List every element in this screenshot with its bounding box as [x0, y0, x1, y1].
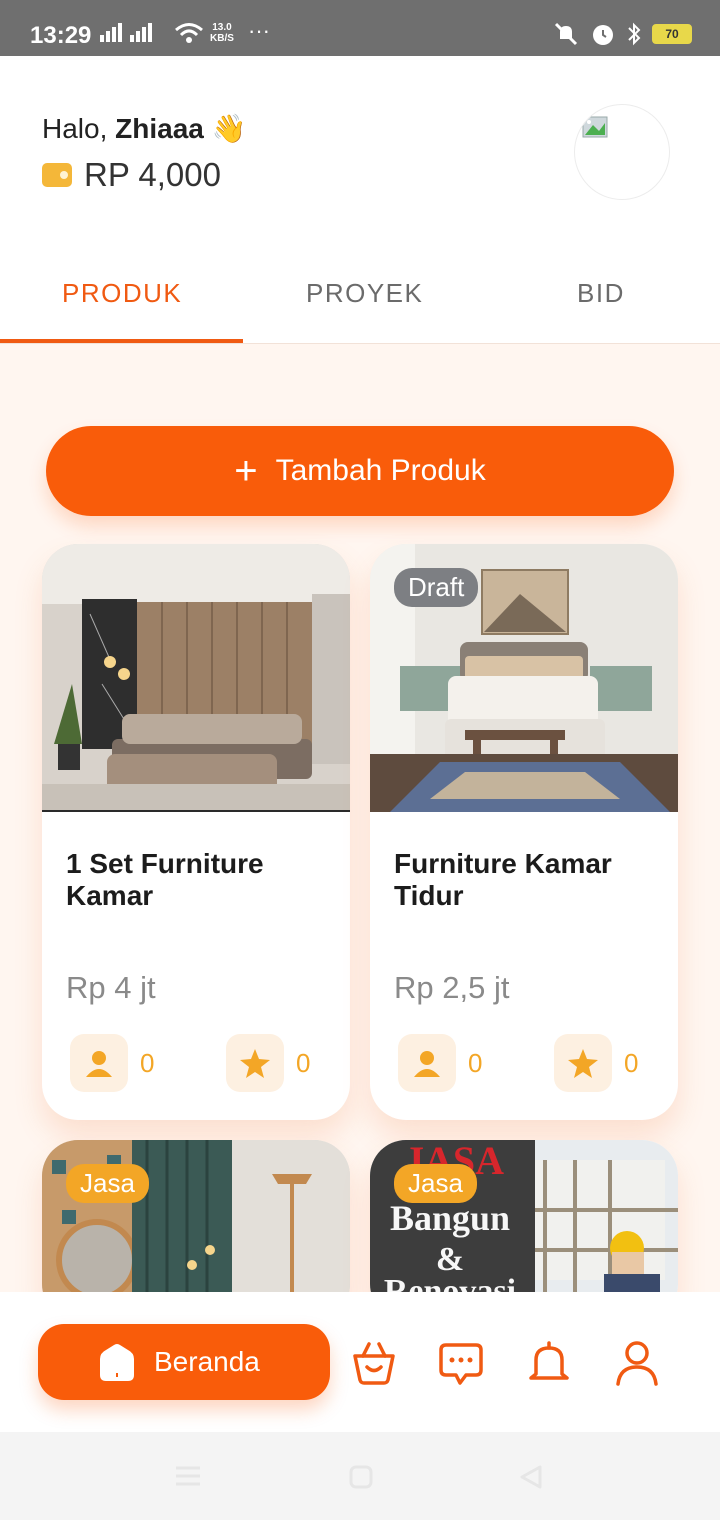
- user-count: 0: [140, 1047, 155, 1078]
- plus-icon: +: [234, 449, 258, 493]
- jasa-badge: Jasa: [394, 1164, 477, 1203]
- speed-unit: KB/S: [210, 33, 234, 44]
- profile-icon[interactable]: [614, 1340, 660, 1386]
- favorite-count: 0: [296, 1047, 311, 1078]
- speed-value: 13.0: [212, 22, 232, 33]
- system-navigation-bar: [0, 1432, 720, 1520]
- user-stat: 0: [398, 1034, 482, 1092]
- product-price: Rp 2,5 jt: [394, 970, 510, 1005]
- basket-icon[interactable]: [351, 1340, 397, 1386]
- network-speed: 13.0 KB/S: [210, 22, 234, 44]
- product-image: [42, 544, 350, 812]
- tab-indicator: [0, 339, 243, 343]
- wifi-icon: [175, 23, 203, 43]
- battery-icon: 70: [652, 24, 692, 44]
- product-title: Furniture Kamar Tidur: [394, 848, 612, 911]
- tab-proyek[interactable]: PROYEK: [306, 278, 423, 309]
- more-dots-icon: ···: [248, 18, 270, 43]
- jasa-badge: Jasa: [66, 1164, 149, 1203]
- nav-home-label: Beranda: [154, 1346, 260, 1377]
- product-card[interactable]: Draft Furniture Kamar Tidur Rp 2,5 jt 0 …: [370, 544, 678, 1120]
- tab-produk[interactable]: PRODUK: [62, 278, 182, 309]
- add-product-button[interactable]: + Tambah Produk: [46, 426, 674, 516]
- product-image: Draft: [370, 544, 678, 812]
- header: Halo, Zhiaaa 👋 RP 4,000: [0, 56, 720, 246]
- mute-vibrate-icon: [554, 22, 578, 46]
- image-text-bangun: Bangun: [390, 1198, 510, 1238]
- home-nav-icon[interactable]: [348, 1464, 374, 1490]
- user-icon: [398, 1034, 456, 1092]
- tab-bid[interactable]: BID: [577, 278, 625, 309]
- favorite-stat: 0: [226, 1034, 310, 1092]
- avatar[interactable]: [574, 104, 670, 200]
- favorite-stat: 0: [554, 1034, 638, 1092]
- draft-badge: Draft: [394, 568, 479, 607]
- home-icon: [100, 1344, 134, 1381]
- user-stat: 0: [70, 1034, 154, 1092]
- status-bar: 13:29 13.0 KB/S ··· 70: [0, 0, 720, 56]
- nav-home-button[interactable]: Beranda: [38, 1324, 330, 1400]
- tab-bar: PRODUK PROYEK BID: [0, 246, 720, 344]
- alarm-icon: [593, 25, 613, 45]
- user-icon: [70, 1034, 128, 1092]
- add-product-label: Tambah Produk: [275, 454, 486, 487]
- broken-image-icon: [578, 108, 608, 138]
- signal-icon-2: [130, 22, 152, 42]
- bottom-navigation: Beranda: [0, 1292, 720, 1432]
- star-icon: [554, 1034, 612, 1092]
- greeting: Halo, Zhiaaa 👋: [42, 112, 247, 145]
- favorite-count: 0: [624, 1047, 639, 1078]
- back-nav-icon[interactable]: [518, 1464, 544, 1490]
- status-right-icons: 70: [552, 20, 692, 48]
- wallet-row[interactable]: RP 4,000: [42, 156, 221, 194]
- wave-emoji: 👋: [211, 113, 247, 144]
- chat-icon[interactable]: [438, 1340, 484, 1386]
- product-price: Rp 4 jt: [66, 970, 156, 1005]
- user-count: 0: [468, 1047, 483, 1078]
- user-name: Zhiaaa: [115, 113, 204, 144]
- greeting-text: Halo,: [42, 113, 116, 144]
- status-time: 13:29: [30, 22, 92, 49]
- bell-icon[interactable]: [526, 1340, 572, 1386]
- product-card[interactable]: 1 Set Furniture Kamar Rp 4 jt 0 0: [42, 544, 350, 1120]
- wallet-icon: [42, 163, 72, 187]
- menu-nav-icon[interactable]: [174, 1464, 202, 1488]
- bluetooth-icon: [628, 22, 641, 46]
- wallet-balance: RP 4,000: [84, 156, 221, 193]
- signal-icons: [100, 22, 152, 42]
- signal-icon: [100, 22, 122, 42]
- product-title: 1 Set Furniture Kamar: [66, 848, 264, 911]
- star-icon: [226, 1034, 284, 1092]
